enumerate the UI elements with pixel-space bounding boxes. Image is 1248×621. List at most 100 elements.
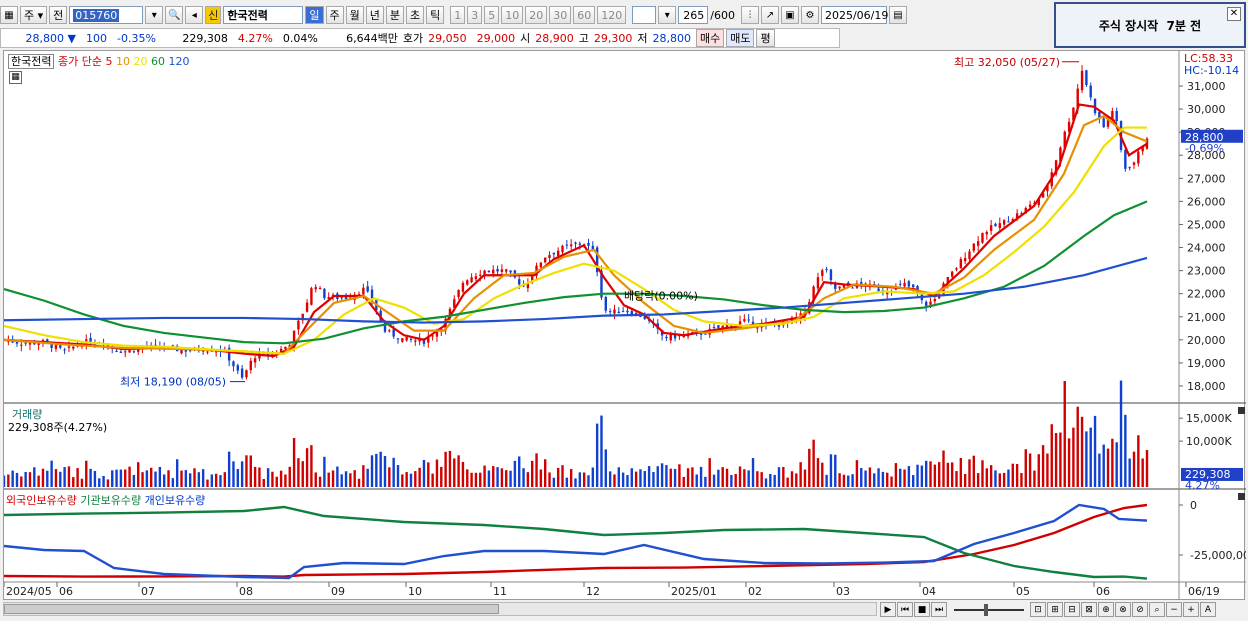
cycle-button-6[interactable]: 틱 [426, 6, 445, 24]
volume-bar [106, 479, 110, 487]
unit-dropdown-icon[interactable]: ▾ [658, 6, 677, 24]
tool-icon-4[interactable]: ⊠ [1081, 602, 1097, 617]
volume-bar [344, 471, 348, 487]
first-button[interactable]: ⏮ [897, 602, 913, 617]
tool-icon-5[interactable]: ⊕ [1098, 602, 1114, 617]
chart-area[interactable]: 18,000 19,000 20,000 21,000 22,000 23,000 24,0… [3, 50, 1246, 601]
high-label: 고 [578, 32, 589, 45]
volume-bar [924, 460, 928, 487]
volume-bar [336, 466, 339, 487]
cycle-buttons: 일주월년분초틱 [305, 6, 446, 24]
cycle-button-5[interactable]: 초 [406, 6, 425, 24]
zoom-slider[interactable] [954, 603, 1024, 616]
x-label: 06/19 [1188, 585, 1220, 598]
candle-body [314, 287, 317, 290]
last-button[interactable]: ⏭ [931, 602, 947, 617]
chart-scrollbar[interactable] [3, 602, 877, 616]
volume-bar [132, 474, 136, 487]
volume-bar [1054, 432, 1058, 487]
volume-bar [881, 471, 885, 487]
volume-bar [500, 468, 504, 487]
table-toggle-icon[interactable]: ▦ [9, 71, 22, 84]
x-label: 06 [1096, 585, 1110, 598]
minute-button-20[interactable]: 20 [525, 6, 548, 24]
holding-line-0 [4, 503, 1148, 578]
volume-bar [669, 468, 672, 487]
candle-body [972, 243, 976, 251]
minute-button-3[interactable]: 3 [467, 6, 483, 24]
dropdown-arrow-icon[interactable]: ▾ [145, 6, 164, 24]
cycle-button-3[interactable]: 년 [365, 6, 384, 24]
candle-body [903, 283, 906, 287]
cycle-button-0[interactable]: 일 [305, 6, 324, 24]
unit-input[interactable] [632, 6, 657, 24]
save-icon[interactable]: ▣ [780, 6, 799, 24]
play-button[interactable]: ▶ [880, 602, 896, 617]
candle-body [617, 311, 620, 314]
x-label: 09 [331, 585, 345, 598]
price-tick-label: 27,000 [1187, 172, 1226, 185]
volume-bar [505, 470, 508, 487]
zoom-in-button[interactable]: + [1183, 602, 1199, 617]
minute-button-120[interactable]: 120 [597, 6, 627, 24]
minute-button-1[interactable]: 1 [450, 6, 466, 24]
volume-bar [834, 454, 837, 487]
stock-code-input[interactable]: 015760 [69, 6, 144, 24]
tool-icon-7[interactable]: ⊘ [1132, 602, 1148, 617]
scroll-thumb[interactable] [4, 604, 499, 614]
holding-line-2 [4, 503, 1148, 580]
candle-body [1115, 111, 1118, 122]
font-button[interactable]: A [1200, 602, 1216, 617]
zoom-out-button[interactable]: − [1166, 602, 1182, 617]
period-select[interactable]: 주 ▾ [20, 6, 48, 24]
cycle-button-4[interactable]: 분 [385, 6, 405, 24]
minute-button-5[interactable]: 5 [484, 6, 500, 24]
volume-bar [349, 473, 352, 487]
volume-bar [1028, 453, 1032, 487]
volume-bar [418, 467, 421, 487]
volume-bar [539, 469, 543, 487]
sell-button[interactable]: 매도 [726, 29, 755, 47]
volume-bar [1145, 450, 1149, 487]
volume-bar [318, 476, 322, 487]
volume-bar [219, 475, 222, 487]
search-zoom-icon[interactable]: ⌕ [1149, 602, 1165, 617]
count-input[interactable]: 265 [678, 6, 709, 24]
candle-body [305, 302, 309, 312]
minute-button-60[interactable]: 60 [573, 6, 596, 24]
volume-bar [591, 467, 595, 487]
tool-icon-2[interactable]: ⊞ [1047, 602, 1063, 617]
quote-bar: 28,800 ▼ 100 -0.35% 229,308 4.27% 0.04% … [0, 28, 840, 48]
volume-bar [275, 476, 278, 487]
search-icon[interactable]: 🔍 [165, 6, 184, 24]
tool-icon-3[interactable]: ⊟ [1064, 602, 1080, 617]
volume-bar [314, 472, 317, 487]
volume-bar [379, 451, 382, 487]
trend-tool-icon[interactable]: ↗ [760, 6, 779, 24]
candle-body [124, 351, 127, 353]
buy-button[interactable]: 매수 [695, 29, 725, 47]
eval-button[interactable]: 평 [756, 29, 775, 47]
volume-bar [466, 469, 469, 487]
volume-bar [124, 469, 127, 487]
chart-type-icon[interactable]: ⫶ [740, 6, 759, 24]
volume-bar [929, 461, 932, 487]
x-label: 2025/01 [671, 585, 717, 598]
settings-gear-icon[interactable]: ⚙ [800, 6, 819, 24]
candle-body [59, 345, 62, 348]
volume-bar [985, 468, 989, 487]
layout-icon[interactable]: ▦ [0, 6, 18, 24]
tool-icon-6[interactable]: ⊗ [1115, 602, 1131, 617]
prev-button[interactable]: 전 [49, 6, 68, 24]
close-icon[interactable]: ✕ [1227, 7, 1241, 21]
volume-bar [868, 467, 872, 487]
cycle-button-1[interactable]: 주 [325, 6, 344, 24]
minute-button-10[interactable]: 10 [501, 6, 524, 24]
stop-button[interactable]: ■ [914, 602, 930, 617]
calendar-icon[interactable]: ▤ [888, 6, 907, 24]
tool-icon-1[interactable]: ⊡ [1030, 602, 1046, 617]
cycle-button-2[interactable]: 월 [345, 6, 364, 24]
minute-button-30[interactable]: 30 [549, 6, 572, 24]
date-input[interactable]: 2025/06/19 [820, 6, 888, 24]
sound-icon[interactable]: ◂ [185, 6, 204, 24]
